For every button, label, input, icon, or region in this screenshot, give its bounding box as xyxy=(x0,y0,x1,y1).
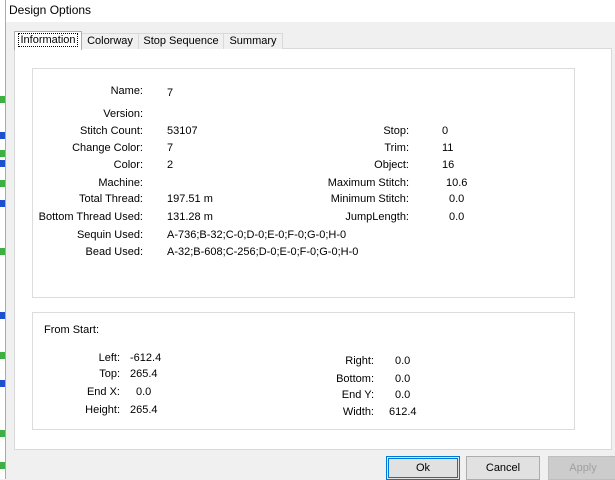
cancel-button[interactable]: Cancel xyxy=(466,456,540,480)
tab-stop-sequence-label: Stop Sequence xyxy=(143,35,219,47)
ok-button[interactable]: Ok xyxy=(386,456,460,480)
width-value: 612.4 xyxy=(389,406,417,418)
jump-length-label: JumpLength: xyxy=(345,211,409,223)
tab-information-label: Information xyxy=(18,33,78,47)
right-label: Right: xyxy=(345,355,374,367)
change-color-label: Change Color: xyxy=(72,142,143,154)
top-value: 265.4 xyxy=(130,368,158,380)
stitch-count-value: 53107 xyxy=(167,125,198,137)
tab-summary[interactable]: Summary xyxy=(223,33,283,49)
tab-information[interactable]: Information xyxy=(14,31,82,50)
bottom-thread-value: 131.28 m xyxy=(167,211,213,223)
color-value: 2 xyxy=(167,159,174,171)
stop-value: 0 xyxy=(442,125,449,137)
min-stitch-value: 0.0 xyxy=(449,193,465,205)
tab-page-information: Name: 7 Version: Stitch Count: 53107 Cha… xyxy=(14,48,612,450)
change-color-value: 7 xyxy=(167,142,174,154)
trim-label: Trim: xyxy=(384,142,409,154)
information-group: Name: 7 Version: Stitch Count: 53107 Cha… xyxy=(32,68,575,298)
object-label: Object: xyxy=(374,159,409,171)
left-label: Left: xyxy=(98,352,120,364)
jump-length-value: 0.0 xyxy=(449,211,465,223)
trim-value: 11 xyxy=(442,142,454,154)
window-title: Design Options xyxy=(9,3,92,17)
max-stitch-value: 10.6 xyxy=(446,177,468,189)
tab-colorway[interactable]: Colorway xyxy=(81,33,139,49)
end-x-label: End X: xyxy=(86,386,120,398)
height-value: 265.4 xyxy=(130,404,158,416)
ok-button-label: Ok xyxy=(388,458,458,478)
right-value: 0.0 xyxy=(395,355,411,367)
from-start-group: From Start: Left: -612.4 Top: 265.4 End … xyxy=(32,312,575,430)
tab-colorway-label: Colorway xyxy=(87,35,133,47)
machine-label: Machine: xyxy=(98,177,143,189)
left-value: -612.4 xyxy=(130,352,162,364)
max-stitch-label: Maximum Stitch: xyxy=(327,177,409,189)
end-y-value: 0.0 xyxy=(395,389,411,401)
end-y-label: End Y: xyxy=(341,389,374,401)
bead-label: Bead Used: xyxy=(85,246,143,258)
tab-stop-sequence[interactable]: Stop Sequence xyxy=(138,33,224,49)
bottom-value: 0.0 xyxy=(395,373,411,385)
name-label: Name: xyxy=(110,85,143,97)
bottom-label: Bottom: xyxy=(336,373,374,385)
end-x-value: 0.0 xyxy=(136,386,152,398)
width-label: Width: xyxy=(342,406,374,418)
design-options-dialog: Design Options Name: 7 Version: Stitch C… xyxy=(5,0,615,480)
min-stitch-label: Minimum Stitch: xyxy=(330,193,409,205)
top-label: Top: xyxy=(99,368,120,380)
color-label: Color: xyxy=(113,159,143,171)
sequin-value: A-736;B-32;C-0;D-0;E-0;F-0;G-0;H-0 xyxy=(167,229,347,241)
height-label: Height: xyxy=(85,404,120,416)
bottom-thread-label: Bottom Thread Used: xyxy=(38,211,143,223)
total-thread-value: 197.51 m xyxy=(167,193,213,205)
bead-value: A-32;B-608;C-256;D-0;E-0;F-0;G-0;H-0 xyxy=(167,246,359,258)
stitch-count-label: Stitch Count: xyxy=(80,125,143,137)
total-thread-label: Total Thread: xyxy=(78,193,143,205)
tab-summary-label: Summary xyxy=(229,35,277,47)
title-bar[interactable]: Design Options xyxy=(6,0,615,22)
version-label: Version: xyxy=(103,108,143,120)
apply-button[interactable]: Apply xyxy=(548,456,615,480)
from-start-heading: From Start: xyxy=(44,324,100,336)
name-value: 7 xyxy=(167,87,174,99)
stop-label: Stop: xyxy=(383,125,409,137)
object-value: 16 xyxy=(442,159,455,171)
sequin-label: Sequin Used: xyxy=(76,229,143,241)
